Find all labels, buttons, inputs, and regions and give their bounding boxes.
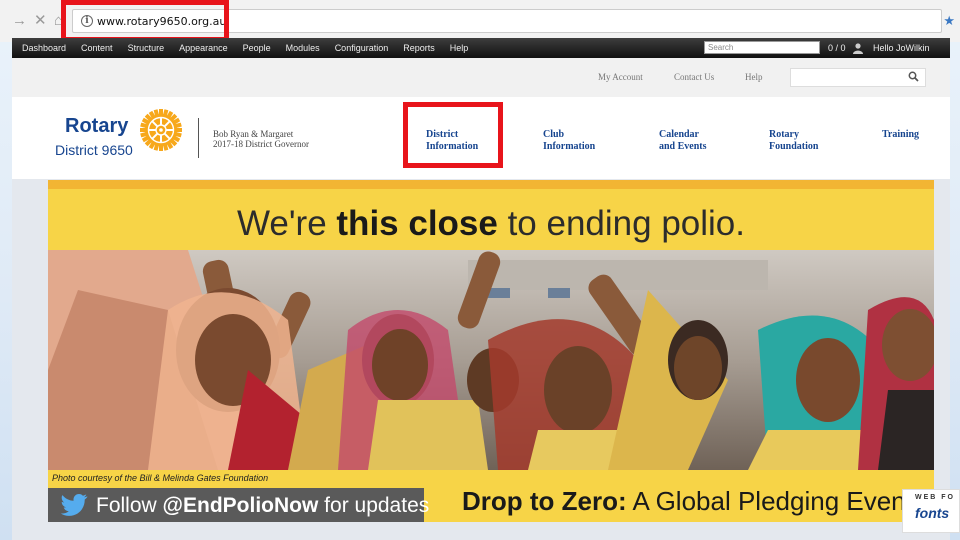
close-icon[interactable]: ✕ (34, 12, 47, 30)
drop-rest: A Global Pledging Event (626, 486, 913, 516)
nav-club-information[interactable]: Club Information (543, 129, 595, 153)
star-icon[interactable]: ★ (943, 13, 955, 29)
photo-credit: Photo courtesy of the Bill & Melinda Gat… (52, 473, 269, 483)
governor-names: Bob Ryan & Margaret (213, 129, 294, 139)
governor-info: Bob Ryan & Margaret 2017-18 District Gov… (213, 129, 309, 149)
nav-label-line2: Foundation (769, 141, 819, 152)
headline-bold: this close (336, 204, 498, 243)
follow-post: for updates (318, 494, 430, 517)
admin-menu-configuration[interactable]: Configuration (335, 38, 389, 58)
nav-label-line1: Rotary (769, 129, 799, 140)
user-icon (852, 42, 864, 54)
contact-us-link[interactable]: Contact Us (674, 72, 714, 82)
header-divider (198, 118, 199, 158)
search-icon[interactable] (908, 71, 919, 85)
my-account-link[interactable]: My Account (598, 72, 643, 82)
nav-training[interactable]: Training (882, 129, 919, 141)
follow-endpolionow-banner[interactable]: Follow @EndPolioNow for updates (48, 488, 429, 522)
site-search-input[interactable] (790, 68, 926, 87)
admin-toolbar: Dashboard Content Structure Appearance P… (12, 38, 950, 58)
governor-title: 2017-18 District Governor (213, 139, 309, 149)
hero-top-stripe (48, 180, 934, 189)
follow-text: Follow @EndPolioNow for updates (96, 494, 429, 518)
admin-menu-dashboard[interactable]: Dashboard (22, 38, 66, 58)
help-link[interactable]: Help (745, 72, 763, 82)
logo-district[interactable]: District 9650 (55, 142, 133, 158)
admin-menu-help[interactable]: Help (450, 38, 469, 58)
nav-label-line1: Club (543, 129, 565, 140)
logo-rotary-wordmark[interactable]: Rotary (65, 115, 128, 138)
follow-pre: Follow (96, 494, 163, 517)
nav-label-line2: and Events (659, 141, 707, 152)
hero-bottom-band: Photo courtesy of the Bill & Melinda Gat… (48, 470, 934, 522)
admin-menu-appearance[interactable]: Appearance (179, 38, 228, 58)
web-fonts-badge-top: WEB FO (915, 494, 955, 501)
admin-menu: Dashboard Content Structure Appearance P… (22, 38, 483, 58)
nav-label-line1: Calendar (659, 129, 699, 140)
hero-headline: We're this close to ending polio. (48, 204, 934, 244)
rotary-wheel-icon[interactable] (139, 108, 183, 152)
admin-hello-user[interactable]: Hello JoWilkin (873, 38, 930, 58)
admin-menu-reports[interactable]: Reports (403, 38, 435, 58)
nav-calendar-and-events[interactable]: Calendar and Events (659, 129, 707, 153)
admin-user-count: 0 / 0 (828, 43, 846, 53)
headline-pre: We're (237, 204, 337, 243)
utility-nav: My Account Contact Us Help (12, 58, 950, 98)
admin-menu-structure[interactable]: Structure (128, 38, 165, 58)
nav-rotary-foundation[interactable]: Rotary Foundation (769, 129, 818, 153)
nav-label-line2: Information (543, 141, 596, 152)
twitter-bird-icon (60, 494, 88, 516)
web-fonts-badge-bottom: fonts (915, 505, 950, 521)
headline-post: to ending polio. (497, 204, 745, 243)
drop-to-zero-text: Drop to Zero: A Global Pledging Event (462, 486, 913, 517)
polio-hero-banner[interactable]: We're this close to ending polio. Photo … (48, 180, 934, 522)
url-highlight-box (61, 0, 229, 42)
forward-arrow-icon[interactable]: → (12, 12, 27, 30)
web-fonts-badge[interactable]: WEB FO fonts (902, 489, 960, 533)
nav-highlight-box (403, 102, 503, 168)
nav-label-line1: Training (882, 129, 920, 140)
admin-search-input[interactable]: Search (704, 41, 820, 54)
admin-menu-people[interactable]: People (243, 38, 271, 58)
follow-handle[interactable]: @EndPolioNow (163, 494, 319, 517)
admin-menu-modules[interactable]: Modules (286, 38, 320, 58)
hero-crowd-photo (48, 250, 934, 470)
admin-menu-content[interactable]: Content (81, 38, 113, 58)
drop-bold: Drop to Zero: (462, 486, 627, 516)
